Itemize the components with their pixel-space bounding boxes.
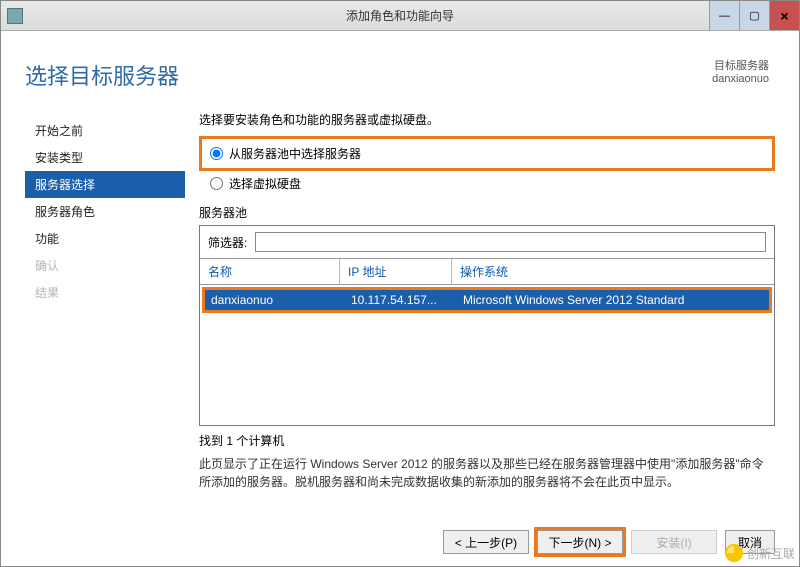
status-line: 找到 1 个计算机 [199, 432, 775, 449]
close-button[interactable]: × [769, 1, 799, 30]
col-header-os[interactable]: 操作系统 [452, 259, 774, 284]
nav-item-results: 结果 [25, 279, 185, 306]
window-buttons: — ▢ × [709, 1, 799, 30]
radio-select-vhd-label: 选择虚拟硬盘 [229, 175, 301, 192]
radio-select-from-pool-highlight: 从服务器池中选择服务器 [199, 136, 775, 171]
filter-input[interactable] [255, 232, 766, 252]
radio-select-vhd[interactable]: 选择虚拟硬盘 [199, 173, 775, 194]
filter-label: 筛选器: [208, 234, 247, 251]
col-header-name[interactable]: 名称 [200, 259, 340, 284]
server-pool-label: 服务器池 [199, 204, 775, 221]
footnote-text: 此页显示了正在运行 Windows Server 2012 的服务器以及那些已经… [199, 455, 775, 491]
target-server-info: 目标服务器 danxiaonuo [712, 57, 769, 85]
cell-name: danxiaonuo [205, 290, 345, 310]
cancel-button[interactable]: 取消 [725, 530, 775, 554]
nav-item-server-selection[interactable]: 服务器选择 [25, 171, 185, 198]
filter-row: 筛选器: [200, 226, 774, 258]
wizard-content: 目标服务器 danxiaonuo 选择目标服务器 开始之前 安装类型 服务器选择… [1, 31, 799, 566]
col-header-ip[interactable]: IP 地址 [340, 259, 452, 284]
minimize-button[interactable]: — [709, 1, 739, 30]
instruction-text: 选择要安装角色和功能的服务器或虚拟硬盘。 [199, 111, 775, 128]
nav-item-install-type[interactable]: 安装类型 [25, 144, 185, 171]
cell-os: Microsoft Windows Server 2012 Standard [457, 290, 769, 310]
nav-item-confirm: 确认 [25, 252, 185, 279]
server-table-header: 名称 IP 地址 操作系统 [200, 258, 774, 285]
next-button[interactable]: 下一步(N) > [537, 530, 623, 554]
radio-select-vhd-input[interactable] [210, 177, 223, 190]
radio-select-from-pool-input[interactable] [210, 147, 223, 160]
cell-ip: 10.117.54.157... [345, 290, 457, 310]
install-button: 安装(I) [631, 530, 717, 554]
wizard-footer: < 上一步(P) 下一步(N) > 安装(I) 取消 [443, 530, 775, 554]
wizard-nav: 开始之前 安装类型 服务器选择 服务器角色 功能 确认 结果 [25, 111, 185, 491]
server-table-empty-area [200, 313, 774, 425]
table-row[interactable]: danxiaonuo 10.117.54.157... Microsoft Wi… [205, 290, 769, 310]
maximize-button[interactable]: ▢ [739, 1, 769, 30]
prev-button[interactable]: < 上一步(P) [443, 530, 529, 554]
radio-select-from-pool-label: 从服务器池中选择服务器 [229, 145, 361, 162]
server-pool-box: 筛选器: 名称 IP 地址 操作系统 danxiaonuo 10.117.54.… [199, 225, 775, 426]
window-title: 添加角色和功能向导 [1, 7, 799, 24]
nav-item-before-begin[interactable]: 开始之前 [25, 117, 185, 144]
nav-item-features[interactable]: 功能 [25, 225, 185, 252]
main-panel: 选择要安装角色和功能的服务器或虚拟硬盘。 从服务器池中选择服务器 选择虚拟硬盘 … [199, 111, 775, 491]
titlebar: 添加角色和功能向导 — ▢ × [1, 1, 799, 31]
radio-select-from-pool[interactable]: 从服务器池中选择服务器 [210, 143, 764, 164]
target-server-label: 目标服务器 [712, 57, 769, 73]
nav-item-server-roles[interactable]: 服务器角色 [25, 198, 185, 225]
selected-row-highlight: danxiaonuo 10.117.54.157... Microsoft Wi… [202, 287, 772, 313]
target-server-name: danxiaonuo [712, 73, 769, 85]
page-title: 选择目标服务器 [25, 59, 775, 91]
